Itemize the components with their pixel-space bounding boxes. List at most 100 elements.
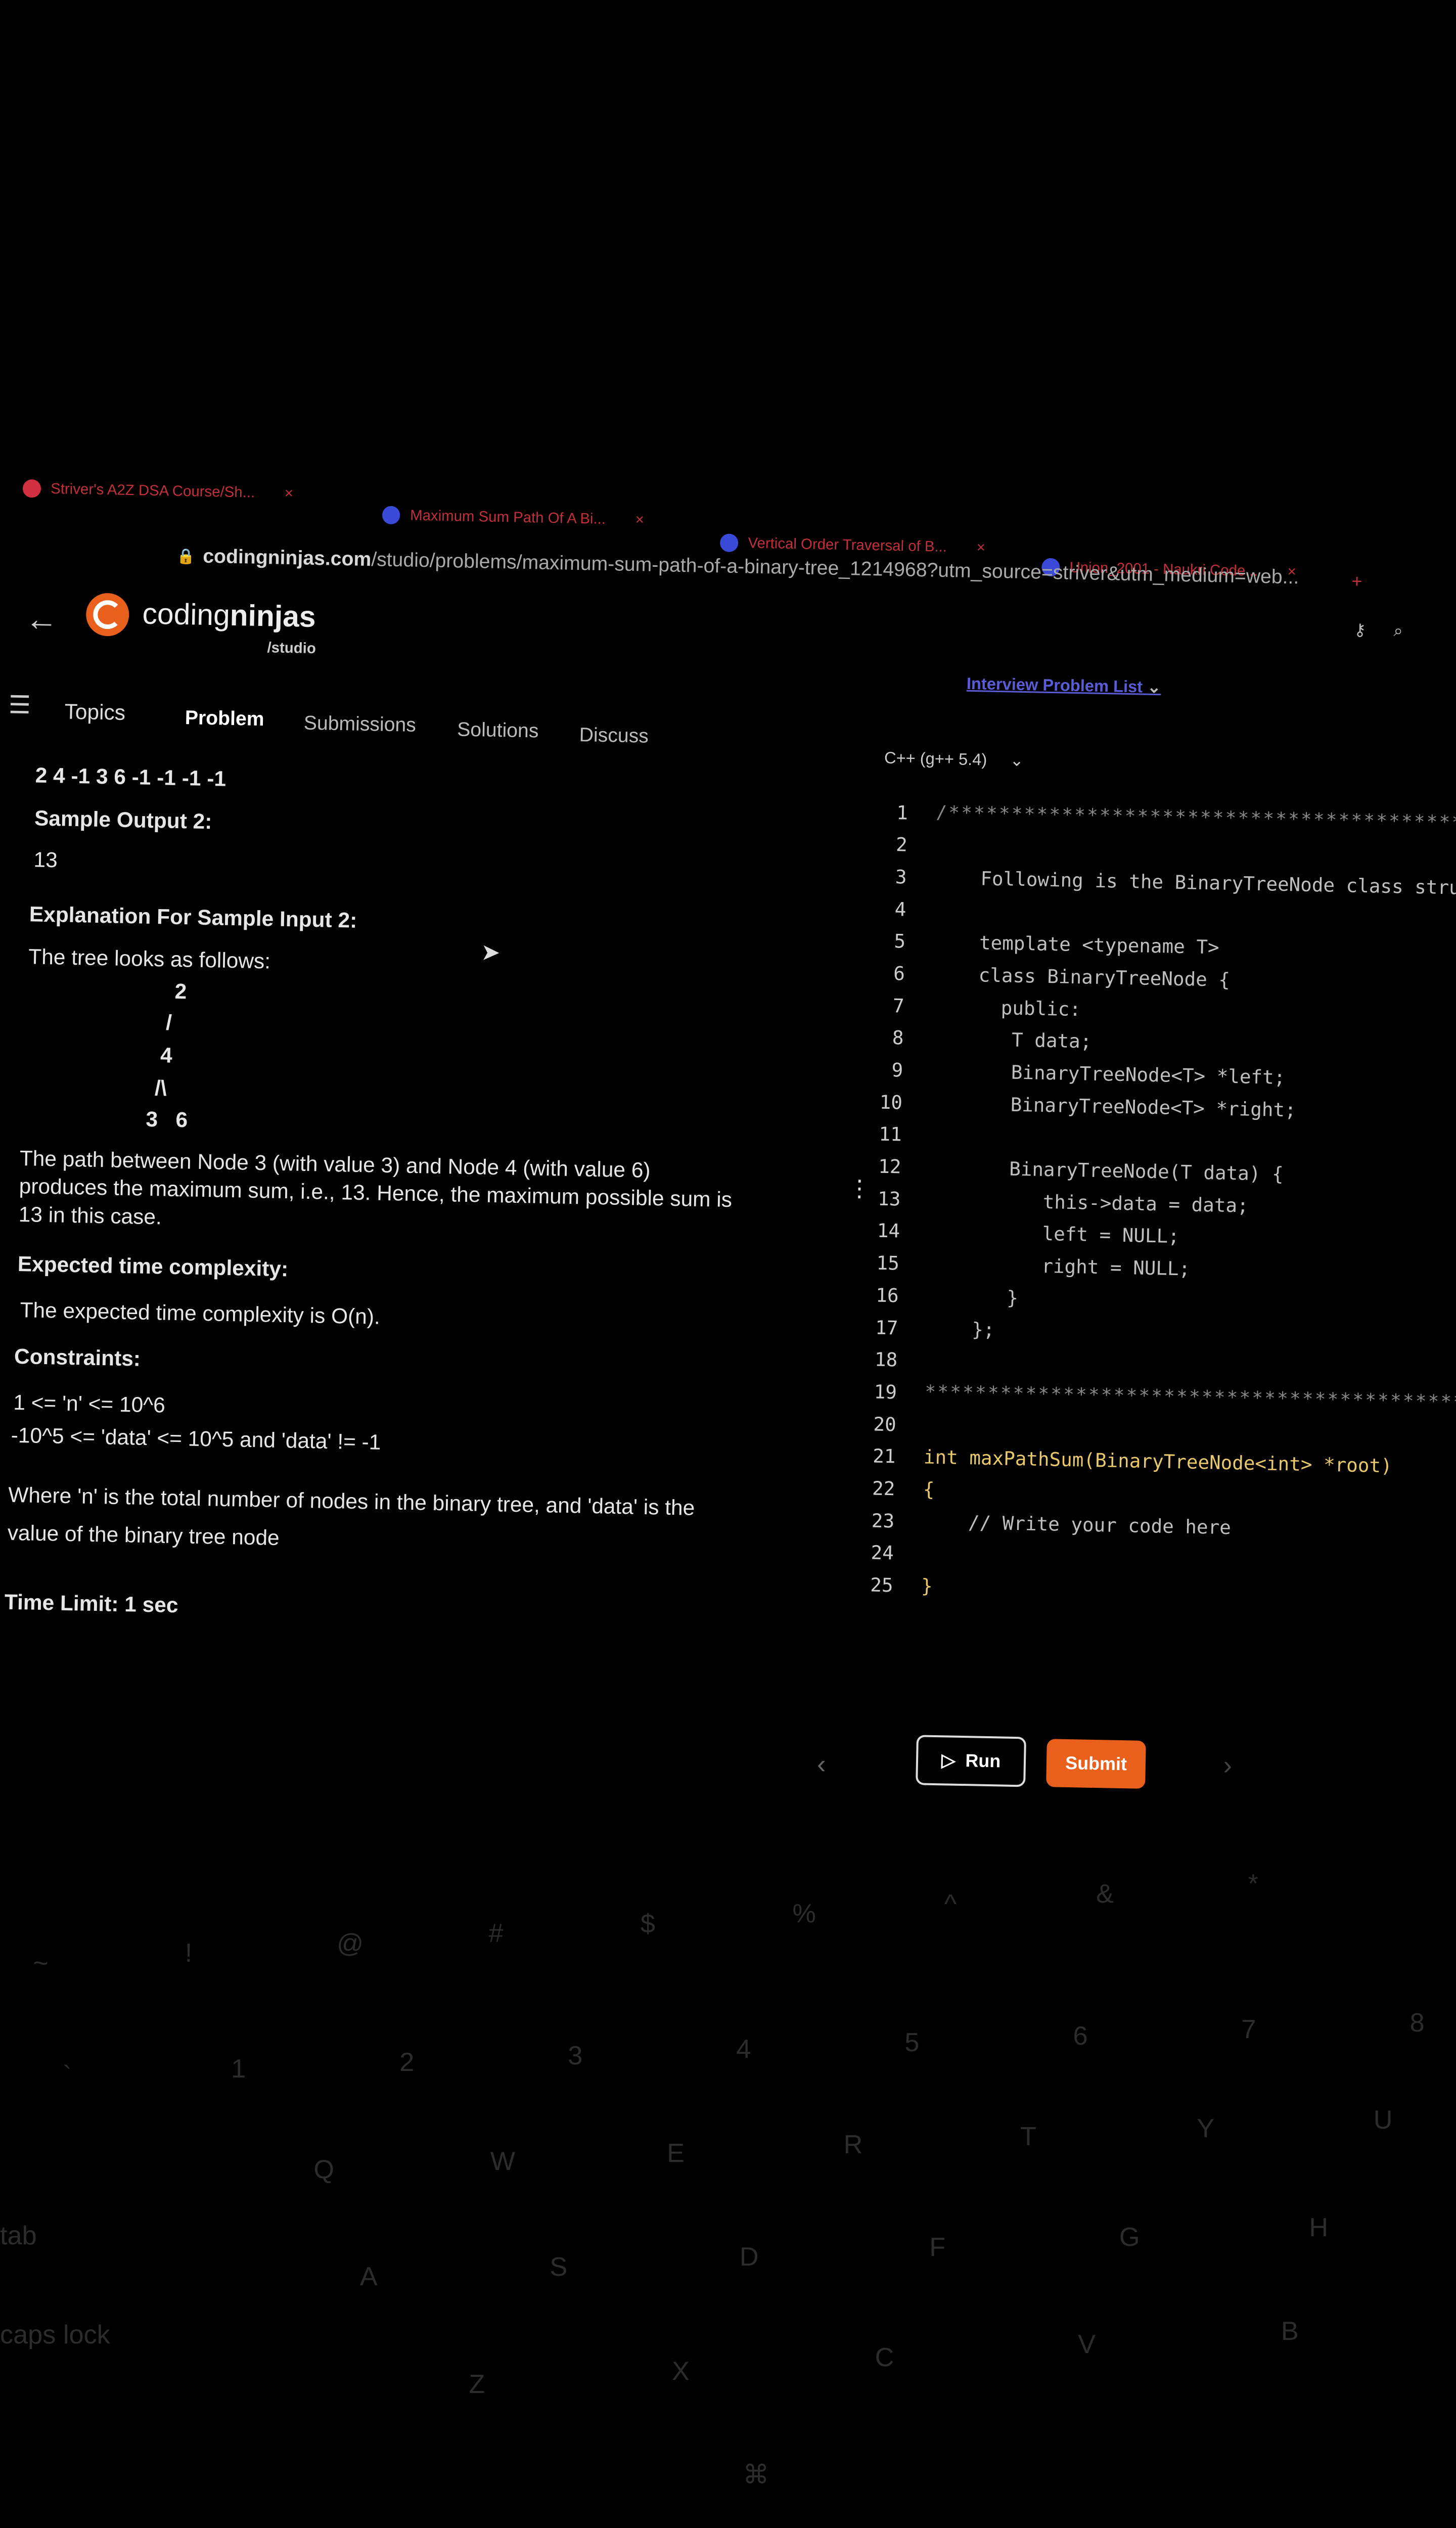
keyboard-key: X bbox=[671, 2356, 690, 2386]
code-line: } bbox=[926, 1285, 1019, 1310]
code-line: template <typename T> bbox=[933, 931, 1220, 959]
keyboard-key: 4 bbox=[736, 2034, 751, 2064]
code-line: /***************************************… bbox=[936, 802, 1456, 838]
new-tab-button[interactable]: + bbox=[1351, 571, 1362, 592]
keyboard-key: & bbox=[1096, 1879, 1114, 1909]
line-number: 15 bbox=[876, 1252, 900, 1275]
line-number: 23 bbox=[871, 1509, 895, 1532]
keyboard-key: 3 bbox=[568, 2041, 583, 2070]
line-number: 6 bbox=[893, 962, 905, 985]
close-tab-icon[interactable]: × bbox=[284, 485, 294, 502]
keyboard-key: G bbox=[1119, 2223, 1140, 2252]
keyboard-key: F bbox=[929, 2232, 946, 2262]
keyboard-key: T bbox=[1020, 2121, 1036, 2151]
keyboard-key: @ bbox=[337, 1928, 364, 1958]
code-line: ****************************************… bbox=[925, 1381, 1456, 1417]
keyboard-key: W bbox=[490, 2146, 516, 2176]
browser-tab[interactable]: Striver's A2Z DSA Course/Sh... × bbox=[22, 479, 293, 503]
keyboard-key: ~ bbox=[33, 1949, 49, 1978]
keyboard-key: D bbox=[739, 2242, 759, 2272]
keyboard-key: E bbox=[667, 2138, 685, 2168]
codingninjas-icon bbox=[382, 506, 400, 525]
keyboard-key: 8 bbox=[1409, 2008, 1425, 2038]
back-arrow-icon[interactable]: ← bbox=[25, 600, 59, 638]
keyboard-key: H bbox=[1309, 2213, 1329, 2242]
line-number: 2 bbox=[895, 833, 908, 856]
code-line: right = NULL; bbox=[927, 1252, 1191, 1280]
keyboard-key: C bbox=[875, 2343, 894, 2373]
keyboard-key: 2 bbox=[399, 2047, 415, 2077]
submit-button[interactable]: Submit bbox=[1046, 1739, 1146, 1789]
tab-solutions[interactable]: Solutions bbox=[457, 719, 539, 743]
play-icon: ▷ bbox=[941, 1749, 956, 1771]
code-line: public: bbox=[932, 995, 1081, 1021]
mouse-cursor-icon: ➤ bbox=[480, 939, 501, 966]
code-line: left = NULL; bbox=[928, 1221, 1180, 1248]
line-number: 20 bbox=[873, 1413, 897, 1436]
line-number: 4 bbox=[894, 898, 906, 921]
line-number: 10 bbox=[879, 1091, 903, 1114]
keyboard-key: $ bbox=[640, 1909, 655, 1938]
logo-sub: /studio bbox=[267, 639, 316, 657]
line-number: 3 bbox=[895, 866, 907, 888]
browser-window: Striver's A2Z DSA Course/Sh... × Maximum … bbox=[0, 462, 1456, 1843]
line-number: 1 bbox=[896, 801, 908, 824]
line-number: 5 bbox=[894, 930, 906, 953]
code-line: { bbox=[923, 1478, 935, 1501]
code-line: Following is the BinaryTreeNode class st… bbox=[980, 867, 1456, 900]
keyboard-key-tab: tab bbox=[0, 2221, 37, 2250]
keyboard-key-cmd: ⌘ bbox=[743, 2460, 769, 2490]
interview-problem-list-link[interactable]: Interview Problem List ⌄ bbox=[967, 674, 1161, 697]
keyboard-key: S bbox=[550, 2252, 568, 2282]
browser-tab-active[interactable]: Maximum Sum Path Of A Bi... × bbox=[382, 506, 644, 529]
language-select[interactable]: C++ (g++ 5.4) ⌄ bbox=[884, 748, 1024, 770]
code-line: class BinaryTreeNode { bbox=[932, 963, 1231, 991]
code-line: BinaryTreeNode<T> *left; bbox=[931, 1059, 1286, 1089]
keyboard-key: A bbox=[359, 2262, 378, 2292]
chevron-down-icon: ⌄ bbox=[1010, 750, 1024, 770]
key-icon[interactable]: ⚷ bbox=[1354, 620, 1367, 640]
keyboard-key: Q bbox=[313, 2155, 335, 2185]
line-number: 24 bbox=[871, 1541, 894, 1564]
lock-icon: 🔒 bbox=[176, 548, 196, 565]
run-button[interactable]: ▷ Run bbox=[916, 1735, 1027, 1787]
line-number: 21 bbox=[872, 1444, 896, 1468]
topics-button[interactable]: Topics bbox=[64, 700, 125, 725]
line-number: 13 bbox=[877, 1187, 901, 1210]
codingninjas-logo-icon bbox=[85, 593, 130, 637]
keyboard-key: ! bbox=[185, 1938, 193, 1968]
close-tab-icon[interactable]: × bbox=[635, 511, 644, 528]
tab-problem[interactable]: Problem bbox=[185, 707, 264, 731]
tab-discuss[interactable]: Discuss bbox=[579, 725, 649, 748]
code-line: // Write your code here bbox=[922, 1510, 1232, 1539]
photo-of-laptop-screen: Striver's A2Z DSA Course/Sh... × Maximum … bbox=[0, 0, 1456, 2523]
code-line: } bbox=[921, 1574, 933, 1597]
keyboard-key: % bbox=[792, 1899, 816, 1929]
line-number: 9 bbox=[891, 1059, 903, 1081]
code-line: BinaryTreeNode(T data) { bbox=[929, 1156, 1284, 1186]
code-line: T data; bbox=[931, 1027, 1092, 1053]
keyboard-key: R bbox=[843, 2130, 863, 2160]
menu-icon[interactable]: ☰ bbox=[8, 690, 31, 719]
keyboard-key: ^ bbox=[944, 1889, 957, 1919]
line-number: 7 bbox=[892, 995, 905, 1017]
next-button[interactable]: › bbox=[1223, 1750, 1233, 1781]
line-number: 18 bbox=[874, 1348, 898, 1371]
keyboard-key-caps: caps lock bbox=[0, 2320, 110, 2350]
logo-text[interactable]: codingninjas bbox=[142, 597, 316, 635]
keyboard-key: * bbox=[1248, 1869, 1258, 1899]
browser-tab[interactable]: Vertical Order Traversal of B... × bbox=[719, 533, 985, 557]
keyboard-key: Y bbox=[1197, 2113, 1215, 2143]
code-line: BinaryTreeNode<T> *right; bbox=[930, 1092, 1297, 1121]
line-number: 16 bbox=[876, 1284, 899, 1307]
line-number: 12 bbox=[878, 1155, 901, 1178]
prev-button[interactable]: ‹ bbox=[817, 1749, 827, 1780]
zoom-icon[interactable]: ⌕ bbox=[1393, 621, 1403, 641]
line-number: 19 bbox=[874, 1380, 897, 1404]
close-tab-icon[interactable]: × bbox=[976, 539, 985, 557]
line-number: 17 bbox=[875, 1316, 898, 1339]
tab-submissions[interactable]: Submissions bbox=[303, 712, 416, 737]
line-number: 8 bbox=[892, 1026, 904, 1050]
code-line: }; bbox=[926, 1317, 995, 1341]
line-number: 25 bbox=[870, 1573, 894, 1597]
